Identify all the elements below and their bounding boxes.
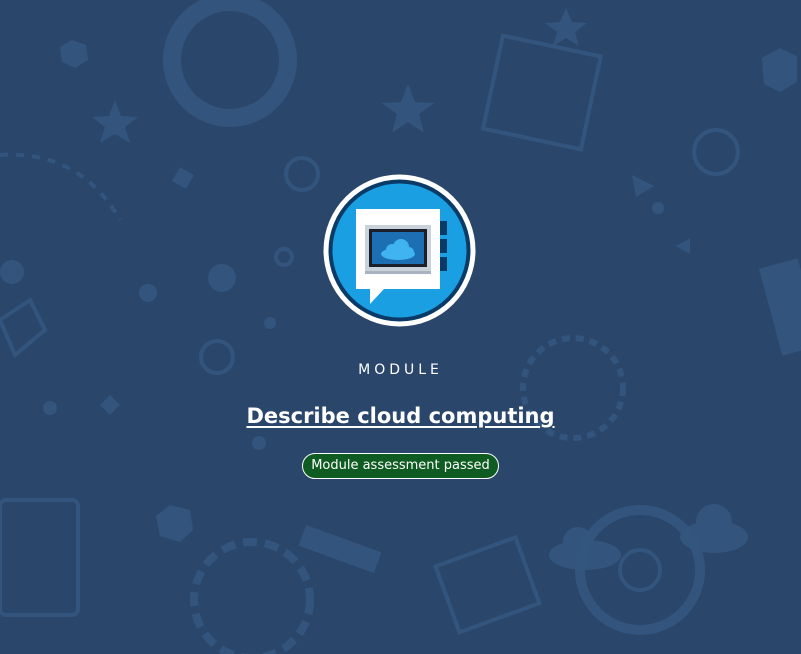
module-hero: MODULE Describe cloud computing Module a… xyxy=(0,0,801,654)
module-title-container: Describe cloud computing xyxy=(0,401,801,433)
module-hero-page: MODULE Describe cloud computing Module a… xyxy=(0,0,801,654)
module-eyebrow-label: MODULE xyxy=(358,362,443,378)
status-container: Module assessment passed xyxy=(0,453,801,479)
cloud-chat-icon xyxy=(323,174,476,327)
status-badge: Module assessment passed xyxy=(302,453,499,479)
module-title-link[interactable]: Describe cloud computing xyxy=(246,404,554,428)
